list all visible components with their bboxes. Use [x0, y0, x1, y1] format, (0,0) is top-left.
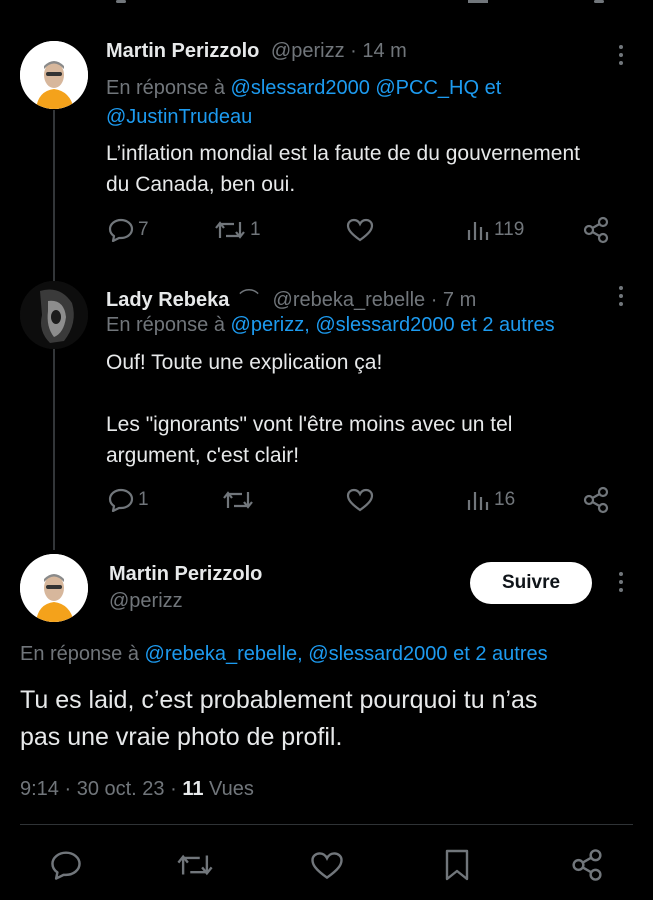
tweet-text-line: Ouf! Toute une explication ça! — [106, 351, 383, 374]
author-name[interactable]: Martin Perizzolo — [109, 563, 262, 586]
divider — [20, 824, 633, 825]
tweet-time[interactable]: · 14 m — [350, 40, 407, 62]
reply-mentions[interactable]: @perizz, @slessard2000 et 2 autres — [231, 314, 555, 336]
tweet-text-line: Les "ignorants" vont l'être moins avec u… — [106, 413, 513, 436]
reply-context: En réponse à @slessard2000 @PCC_HQ et @J… — [106, 74, 501, 132]
follow-button[interactable]: Suivre — [470, 562, 592, 604]
like-icon — [311, 852, 343, 880]
tweet-text-line: argument, c'est clair! — [106, 444, 300, 467]
reply-mentions[interactable]: @slessard2000 @PCC_HQ et — [231, 77, 502, 99]
share-icon — [583, 486, 609, 514]
bookmark-button[interactable] — [444, 849, 470, 881]
tweet-time[interactable]: · 7 m — [431, 289, 477, 311]
tweet-text: L’inflation mondial est la faute de du g… — [106, 138, 580, 200]
like-icon — [346, 488, 374, 512]
more-icon[interactable] — [618, 286, 624, 306]
views-icon — [467, 222, 489, 240]
views-button[interactable]: 16 — [466, 488, 515, 512]
repost-button[interactable] — [222, 488, 254, 512]
share-button[interactable] — [582, 216, 610, 244]
tweet-header: Lady Rebeka ⌒ @rebeka_rebelle · 7 m — [106, 283, 476, 312]
tweet-header: Martin Perizzolo @perizz · 14 m — [106, 40, 407, 63]
reply-icon — [51, 851, 81, 880]
reply-mentions-cont[interactable]: @JustinTrudeau — [106, 106, 252, 128]
reply-context: En réponse à @rebeka_rebelle, @slessard2… — [20, 643, 548, 666]
tweet-text: Tu es laid, c’est probablement pourquoi … — [20, 682, 537, 756]
reply-prefix: En réponse à — [106, 77, 225, 99]
author-handle[interactable]: @rebeka_rebelle — [273, 289, 426, 311]
tweet-text: Ouf! Toute une explication ça! Les "igno… — [106, 347, 512, 471]
like-button[interactable] — [346, 218, 374, 242]
bookmark-icon — [445, 849, 469, 881]
reply-count: 7 — [138, 219, 149, 240]
tweet-timestamp[interactable]: 9:14 · 30 oct. 23 · — [20, 778, 177, 800]
reply-icon — [108, 218, 134, 242]
reply-count: 1 — [138, 489, 149, 510]
reply-button[interactable] — [50, 850, 82, 880]
tweet-text-line: du Canada, ben oui. — [106, 173, 296, 196]
reply-button[interactable]: 7 — [108, 218, 149, 242]
views-count: 11 — [182, 778, 204, 800]
repost-count: 1 — [250, 219, 261, 240]
repost-icon — [223, 491, 253, 509]
avatar[interactable] — [20, 554, 88, 622]
repost-button[interactable]: 1 — [214, 218, 261, 242]
tweet-text-line: pas une vraie photo de profil. — [20, 723, 343, 751]
tweet-meta: 9:14 · 30 oct. 23 · 11 Vues — [20, 778, 254, 801]
share-button[interactable] — [570, 848, 604, 882]
reply-prefix: En réponse à — [20, 643, 139, 665]
author-handle[interactable]: @perizz — [109, 590, 183, 613]
reply-context: En réponse à @perizz, @slessard2000 et 2… — [106, 314, 555, 337]
views-button[interactable]: 119 — [466, 218, 524, 242]
repost-icon — [177, 854, 213, 876]
reply-icon — [108, 488, 134, 512]
share-button[interactable] — [582, 486, 610, 514]
like-button[interactable] — [310, 851, 344, 880]
tweet-text-line: L’inflation mondial est la faute de du g… — [106, 142, 580, 165]
reply-mentions[interactable]: @rebeka_rebelle, @slessard2000 et 2 autr… — [145, 643, 548, 665]
like-button[interactable] — [346, 488, 374, 512]
repost-button[interactable] — [176, 850, 214, 880]
views-label: Vues — [209, 778, 254, 800]
more-icon[interactable] — [618, 572, 624, 592]
tweet-text-line: Tu es laid, c’est probablement pourquoi … — [20, 686, 538, 714]
like-icon — [346, 218, 374, 242]
views-count: 16 — [494, 489, 516, 510]
author-handle[interactable]: @perizz — [271, 40, 345, 62]
avatar[interactable] — [20, 281, 88, 349]
avatar[interactable] — [20, 41, 88, 109]
repost-icon — [215, 221, 245, 239]
views-icon — [467, 492, 489, 510]
author-name[interactable]: Lady Rebeka — [106, 289, 229, 311]
share-icon — [583, 216, 609, 244]
reply-prefix: En réponse à — [106, 314, 225, 336]
author-emoji: ⌒ — [238, 289, 259, 311]
more-icon[interactable] — [618, 45, 624, 65]
share-icon — [572, 849, 602, 881]
reply-button[interactable]: 1 — [108, 488, 149, 512]
author-name[interactable]: Martin Perizzolo — [106, 40, 259, 62]
previous-tweet-actions — [0, 0, 653, 6]
views-count: 119 — [494, 219, 525, 240]
